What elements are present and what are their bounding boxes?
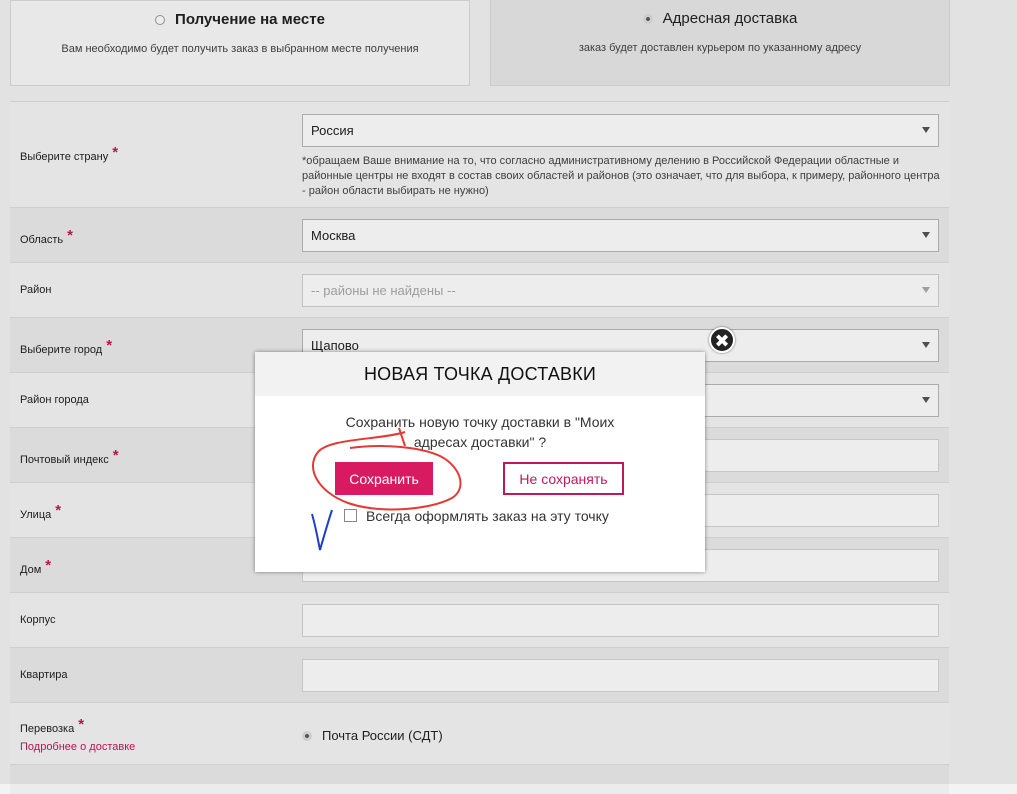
dialog-message: Сохранить новую точку доставки в "Моих а… [345, 414, 615, 450]
new-delivery-point-dialog: НОВАЯ ТОЧКА ДОСТАВКИ Сохранить новую точ… [255, 352, 705, 572]
dialog-title: НОВАЯ ТОЧКА ДОСТАВКИ [255, 352, 705, 396]
checkout-page: Получение на месте Вам необходимо будет … [0, 0, 1017, 794]
save-button[interactable]: Сохранить [335, 462, 433, 495]
close-icon[interactable]: ✖ [709, 327, 735, 353]
always-use-point-option[interactable]: Всегда оформлять заказ на эту точку [344, 508, 609, 524]
always-use-checkbox[interactable] [344, 509, 357, 522]
dont-save-button[interactable]: Не сохранять [503, 462, 624, 495]
